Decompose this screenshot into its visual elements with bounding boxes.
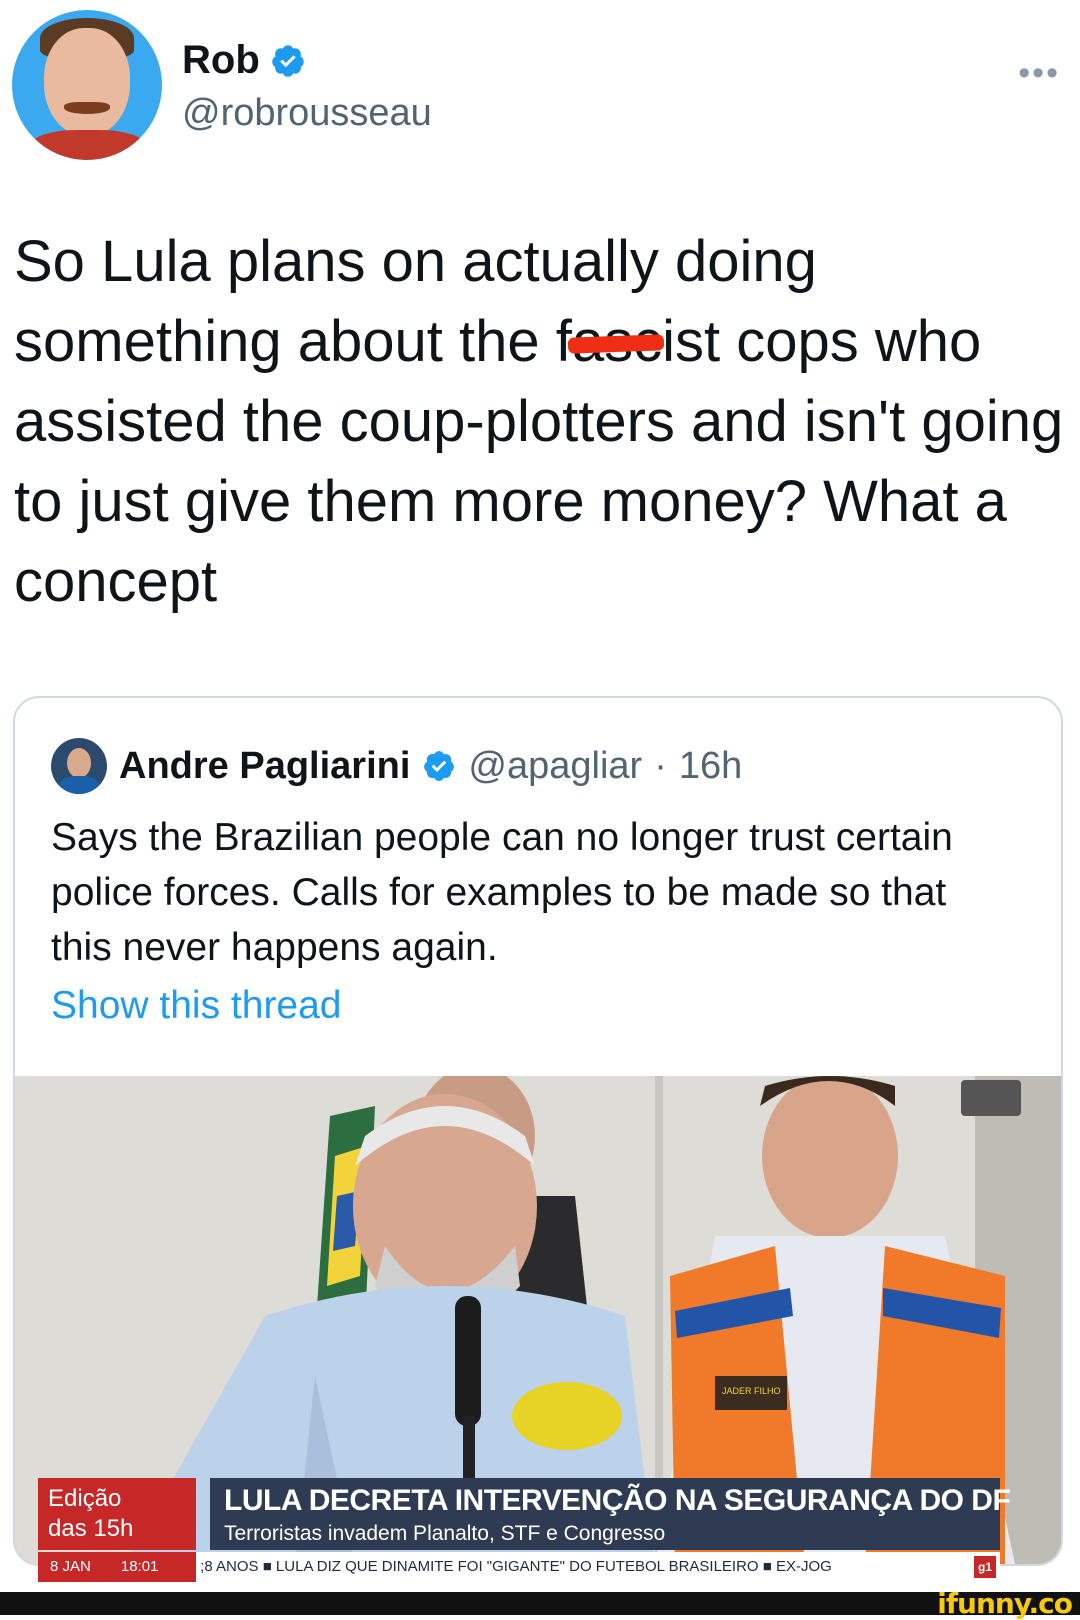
ticker-time: 18:01 [120,1558,159,1575]
news-headline-bar: LULA DECRETA INTERVENÇÃO NA SEGURANÇA DO… [210,1478,1011,1550]
meta-separator: · [654,744,667,787]
quoted-tweet-time[interactable]: 16h [679,745,742,788]
show-thread-link[interactable]: Show this thread [51,984,342,1028]
quoted-author-avatar[interactable] [51,738,107,794]
ticker-date: 8 JAN [50,1558,91,1575]
author-name-row: Rob [182,38,306,83]
ticker-text: ;8 ANOS ■ LULA DIZ QUE DINAMITE FOI "GIG… [200,1558,832,1575]
tweet-header: Rob @robrousseau ••• [12,10,1068,160]
more-options-icon[interactable]: ••• [1018,54,1060,93]
redaction-mark [567,334,664,354]
quoted-author-handle[interactable]: @apagliar [468,745,642,788]
channel-badge: g1 [974,1556,996,1578]
watermark-strip [0,1592,1080,1615]
quoted-tweet-card[interactable]: Andre Pagliarini @apagliar · 16h Says th… [13,696,1063,1566]
vest-name-tag: JADER FILHO [722,1386,781,1396]
redacted-word: fascist [556,302,720,382]
news-headline: LULA DECRETA INTERVENÇÃO NA SEGURANÇA DO… [224,1484,1011,1517]
quoted-tweet-text: Says the Brazilian people can no longer … [51,816,953,969]
tweet-text: So Lula plans on actually doing somethin… [14,222,1064,622]
program-label: Edição das 15h [38,1478,196,1550]
program-line-1: Edição [48,1485,122,1512]
verified-badge-icon [424,751,455,781]
news-subheadline: Terroristas invadem Planalto, STF e Cong… [224,1522,666,1545]
quoted-tweet-header: Andre Pagliarini @apagliar · 16h [51,738,742,794]
author-avatar[interactable] [12,10,162,160]
quoted-author-name[interactable]: Andre Pagliarini [119,745,410,788]
program-line-2: das 15h [48,1515,134,1542]
author-name[interactable]: Rob [182,38,260,83]
verified-badge-icon [272,44,304,77]
news-ticker: 8 JAN 18:01 ;8 ANOS ■ LULA DIZ QUE DINAMI… [38,1552,1000,1582]
site-watermark: ifunny.co [937,1587,1073,1620]
author-handle[interactable]: @robrousseau [182,92,432,135]
ticker-date-box: 8 JAN 18:01 [38,1552,196,1582]
